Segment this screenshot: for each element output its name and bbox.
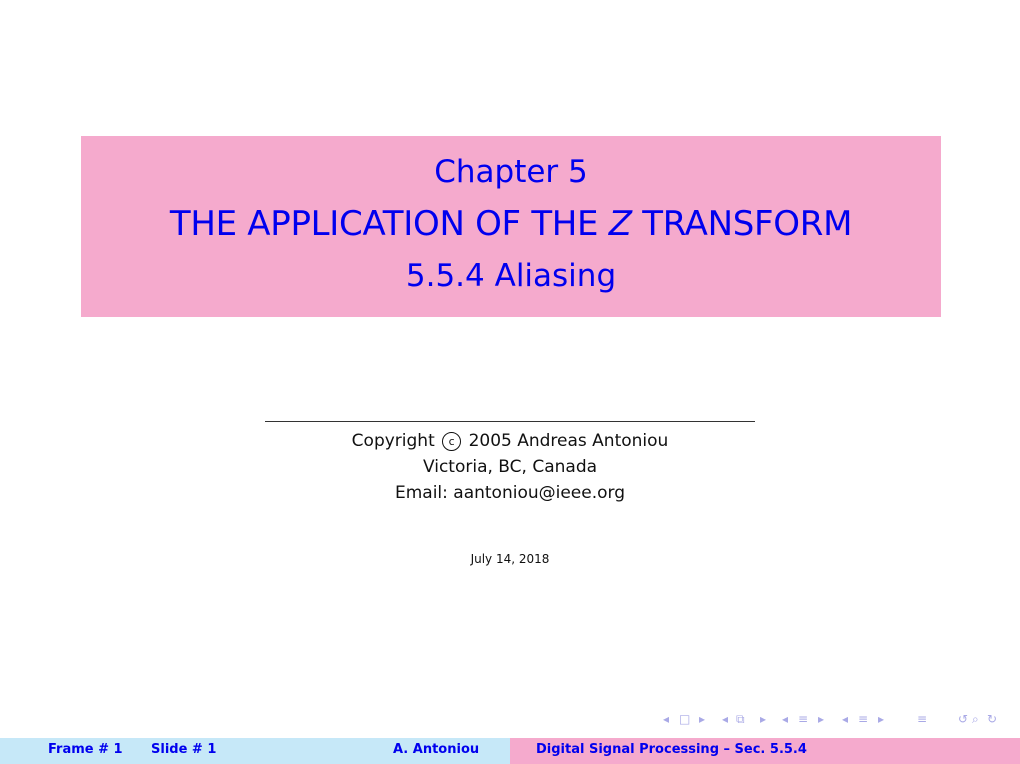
frame-number: Frame # 1	[48, 742, 123, 757]
navigation-bar: ◂ □ ▸ ◂ ⧉ ▸ ◂ ≡ ▸ ◂ ≡ ▸ ≡ ↺ ⌕ ↻	[0, 712, 1020, 732]
footer: Frame # 1 Slide # 1 A. Antoniou Digital …	[0, 738, 1020, 764]
section-icon[interactable]: ≡	[798, 712, 808, 726]
chapter-icon[interactable]: ≡	[858, 712, 868, 726]
next-chapter-icon[interactable]: ▸	[878, 712, 884, 726]
date: July 14, 2018	[470, 552, 550, 566]
footer-course: Digital Signal Processing – Sec. 5.5.4	[536, 742, 807, 757]
next-frame-icon[interactable]: ▸	[699, 712, 705, 726]
prev-section-icon[interactable]: ◂	[782, 712, 788, 726]
next-subsection-icon[interactable]: ▸	[760, 712, 766, 726]
email: Email: aantoniou@ieee.org	[394, 483, 626, 503]
divider	[265, 421, 755, 422]
slide-number: Slide # 1	[151, 742, 217, 757]
search-icon[interactable]: ⌕	[972, 712, 979, 727]
title-block: Chapter 5 THE APPLICATION OF THE Z TRANS…	[81, 136, 941, 317]
main-title-part: THE APPLICATION OF THE	[169, 204, 609, 244]
main-title: THE APPLICATION OF THE Z TRANSFORM	[81, 204, 941, 244]
main-title-variable: Z	[608, 204, 632, 244]
main-title-part: TRANSFORM	[631, 204, 853, 244]
location: Victoria, BC, Canada	[422, 457, 598, 477]
next-section-icon[interactable]: ▸	[818, 712, 824, 726]
document-icon[interactable]: ≡	[917, 712, 927, 726]
footer-right: Digital Signal Processing – Sec. 5.5.4	[510, 738, 1020, 764]
prev-frame-icon[interactable]: ◂	[663, 712, 669, 726]
frame-icon[interactable]: □	[679, 712, 690, 726]
footer-author: A. Antoniou	[393, 742, 480, 757]
copyright-icon: c	[442, 432, 462, 451]
copyright-holder: 2005 Andreas Antoniou	[468, 431, 669, 451]
chapter-title: Chapter 5	[434, 154, 588, 190]
forward-icon[interactable]: ↻	[987, 712, 997, 726]
footer-left: Frame # 1 Slide # 1 A. Antoniou	[0, 738, 510, 764]
copyright-line: Copyright c 2005 Andreas Antoniou	[0, 431, 1020, 451]
subsection-icon[interactable]: ⧉	[736, 712, 745, 727]
back-icon[interactable]: ↺	[958, 712, 968, 726]
section-title: 5.5.4 Aliasing	[405, 258, 617, 294]
prev-subsection-icon[interactable]: ◂	[722, 712, 728, 726]
prev-chapter-icon[interactable]: ◂	[842, 712, 848, 726]
copyright-label: Copyright	[351, 431, 435, 451]
